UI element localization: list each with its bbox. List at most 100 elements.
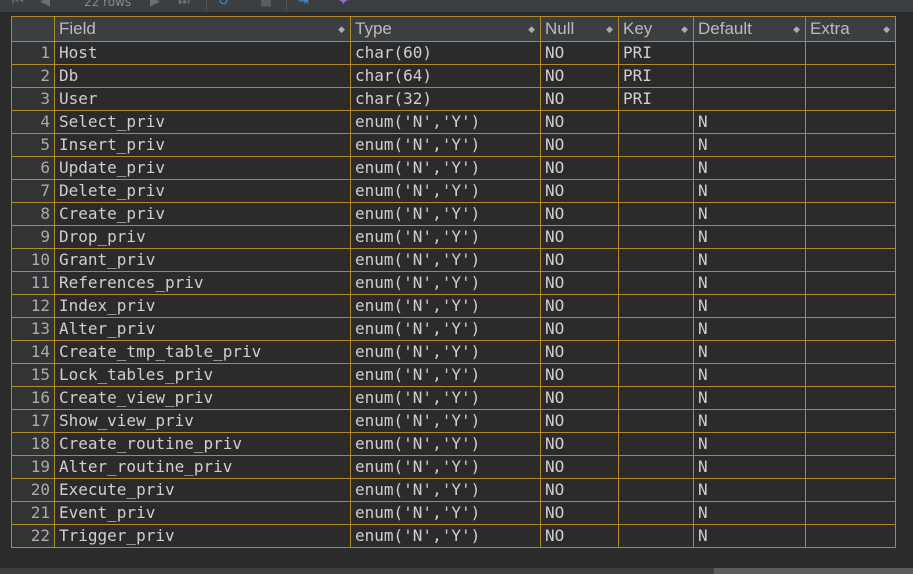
table-row[interactable]: 15 Lock_tables_priv enum('N','Y') NO N xyxy=(11,363,896,387)
cell-null[interactable]: NO xyxy=(540,41,619,65)
cell-null[interactable]: NO xyxy=(540,478,619,502)
cell-null[interactable]: NO xyxy=(540,87,619,111)
cell-default[interactable]: N xyxy=(693,133,806,157)
cell-key[interactable] xyxy=(618,478,694,502)
cell-key[interactable] xyxy=(618,248,694,272)
cell-type[interactable]: enum('N','Y') xyxy=(350,179,541,203)
table-row[interactable]: 10 Grant_priv enum('N','Y') NO N xyxy=(11,248,896,272)
cell-extra[interactable] xyxy=(805,363,896,387)
column-header-extra[interactable]: Extra ◆ xyxy=(805,16,896,42)
table-row[interactable]: 17 Show_view_priv enum('N','Y') NO N xyxy=(11,409,896,433)
cell-null[interactable]: NO xyxy=(540,202,619,226)
cell-key[interactable] xyxy=(618,271,694,295)
table-row[interactable]: 9 Drop_priv enum('N','Y') NO N xyxy=(11,225,896,249)
cell-null[interactable]: NO xyxy=(540,271,619,295)
cell-type[interactable]: enum('N','Y') xyxy=(350,133,541,157)
cell-key[interactable] xyxy=(618,179,694,203)
cell-field[interactable]: Grant_priv xyxy=(54,248,351,272)
cell-default[interactable] xyxy=(693,87,806,111)
cell-extra[interactable] xyxy=(805,133,896,157)
cell-extra[interactable] xyxy=(805,317,896,341)
table-row[interactable]: 2 Db char(64) NO PRI xyxy=(11,64,896,88)
cell-field[interactable]: Create_priv xyxy=(54,202,351,226)
column-header-key[interactable]: Key ◆ xyxy=(618,16,694,42)
cell-key[interactable]: PRI xyxy=(618,41,694,65)
cell-default[interactable]: N xyxy=(693,363,806,387)
cell-field[interactable]: Show_view_priv xyxy=(54,409,351,433)
cell-key[interactable]: PRI xyxy=(618,87,694,111)
cell-field[interactable]: Host xyxy=(54,41,351,65)
cell-field[interactable]: Drop_priv xyxy=(54,225,351,249)
last-page-icon[interactable]: ⏭ xyxy=(178,0,190,10)
pin-icon[interactable]: ✦ xyxy=(338,0,349,10)
cell-null[interactable]: NO xyxy=(540,363,619,387)
cell-type[interactable]: enum('N','Y') xyxy=(350,248,541,272)
column-header-type[interactable]: Type ◆ xyxy=(350,16,541,42)
sort-icon[interactable]: ◆ xyxy=(528,18,535,41)
cell-null[interactable]: NO xyxy=(540,156,619,180)
cell-field[interactable]: Db xyxy=(54,64,351,88)
transaction-mode-icon[interactable]: ⇥ xyxy=(298,0,309,10)
cell-type[interactable]: enum('N','Y') xyxy=(350,501,541,525)
cell-key[interactable] xyxy=(618,156,694,180)
cell-type[interactable]: enum('N','Y') xyxy=(350,409,541,433)
cell-key[interactable] xyxy=(618,501,694,525)
table-row[interactable]: 18 Create_routine_priv enum('N','Y') NO N xyxy=(11,432,896,456)
table-row[interactable]: 1 Host char(60) NO PRI xyxy=(11,41,896,65)
cell-extra[interactable] xyxy=(805,409,896,433)
cell-null[interactable]: NO xyxy=(540,317,619,341)
cell-key[interactable] xyxy=(618,455,694,479)
sort-icon[interactable]: ◆ xyxy=(606,18,613,41)
table-row[interactable]: 7 Delete_priv enum('N','Y') NO N xyxy=(11,179,896,203)
cell-field[interactable]: Lock_tables_priv xyxy=(54,363,351,387)
cell-key[interactable] xyxy=(618,317,694,341)
reload-icon[interactable]: ↻ xyxy=(218,0,229,10)
table-row[interactable]: 6 Update_priv enum('N','Y') NO N xyxy=(11,156,896,180)
cell-key[interactable] xyxy=(618,225,694,249)
cell-null[interactable]: NO xyxy=(540,386,619,410)
cell-default[interactable]: N xyxy=(693,501,806,525)
cell-type[interactable]: char(32) xyxy=(350,87,541,111)
cell-default[interactable]: N xyxy=(693,248,806,272)
cell-default[interactable]: N xyxy=(693,179,806,203)
cell-default[interactable]: N xyxy=(693,432,806,456)
cell-default[interactable]: N xyxy=(693,202,806,226)
cell-type[interactable]: enum('N','Y') xyxy=(350,317,541,341)
cell-field[interactable]: Select_priv xyxy=(54,110,351,134)
cell-type[interactable]: enum('N','Y') xyxy=(350,202,541,226)
column-header-field[interactable]: Field ◆ xyxy=(54,16,351,42)
column-header-default[interactable]: Default ◆ xyxy=(693,16,806,42)
cell-type[interactable]: char(64) xyxy=(350,64,541,88)
cell-extra[interactable] xyxy=(805,248,896,272)
cell-extra[interactable] xyxy=(805,478,896,502)
cell-null[interactable]: NO xyxy=(540,524,619,548)
cell-field[interactable]: Index_priv xyxy=(54,294,351,318)
cell-extra[interactable] xyxy=(805,455,896,479)
table-row[interactable]: 13 Alter_priv enum('N','Y') NO N xyxy=(11,317,896,341)
cell-extra[interactable] xyxy=(805,524,896,548)
cell-field[interactable]: Alter_priv xyxy=(54,317,351,341)
table-row[interactable]: 22 Trigger_priv enum('N','Y') NO N xyxy=(11,524,896,548)
cell-key[interactable] xyxy=(618,432,694,456)
table-row[interactable]: 12 Index_priv enum('N','Y') NO N xyxy=(11,294,896,318)
cell-key[interactable] xyxy=(618,340,694,364)
cell-type[interactable]: enum('N','Y') xyxy=(350,294,541,318)
table-row[interactable]: 8 Create_priv enum('N','Y') NO N xyxy=(11,202,896,226)
cell-null[interactable]: NO xyxy=(540,432,619,456)
cell-type[interactable]: enum('N','Y') xyxy=(350,524,541,548)
cell-key[interactable] xyxy=(618,524,694,548)
cell-type[interactable]: enum('N','Y') xyxy=(350,455,541,479)
cell-default[interactable]: N xyxy=(693,317,806,341)
table-row[interactable]: 20 Execute_priv enum('N','Y') NO N xyxy=(11,478,896,502)
cell-null[interactable]: NO xyxy=(540,133,619,157)
cell-type[interactable]: enum('N','Y') xyxy=(350,432,541,456)
cell-default[interactable]: N xyxy=(693,340,806,364)
first-page-icon[interactable]: ⏮ xyxy=(12,0,24,10)
cell-extra[interactable] xyxy=(805,202,896,226)
cell-extra[interactable] xyxy=(805,87,896,111)
table-row[interactable]: 14 Create_tmp_table_priv enum('N','Y') NO N xyxy=(11,340,896,364)
cell-extra[interactable] xyxy=(805,340,896,364)
cell-field[interactable]: Alter_routine_priv xyxy=(54,455,351,479)
column-header-null[interactable]: Null ◆ xyxy=(540,16,619,42)
cell-field[interactable]: Create_routine_priv xyxy=(54,432,351,456)
